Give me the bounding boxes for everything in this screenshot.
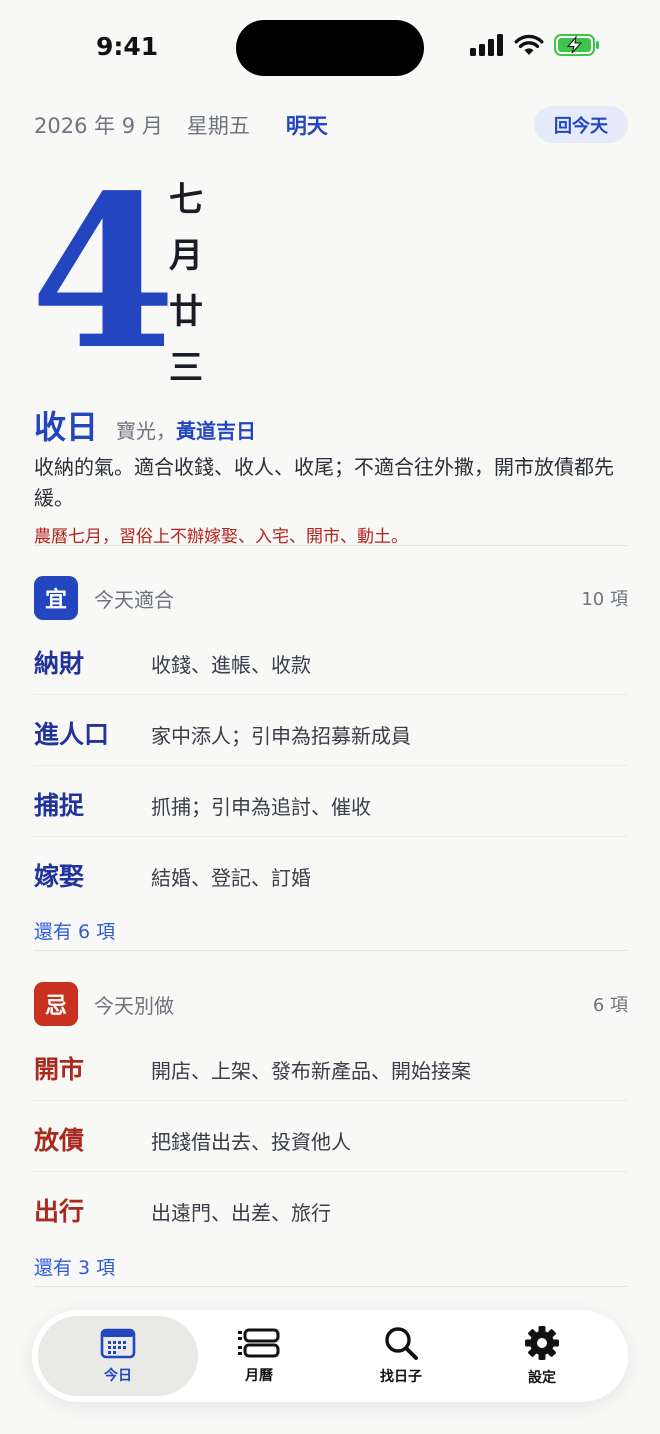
avoid-section-title: 今天別做: [94, 993, 174, 1018]
suitable-item[interactable]: 進人口 家中添人；引申為招募新成員: [34, 695, 628, 766]
suitable-count: 10 項: [581, 589, 628, 610]
lunar-char: 月: [169, 236, 203, 276]
avoid-section-header: 忌 今天別做 6 項: [34, 982, 628, 1026]
suitable-item[interactable]: 捕捉 抓捕；引申為追討、催收: [34, 766, 628, 837]
suitable-more-link[interactable]: 還有 6 項: [34, 917, 115, 944]
item-description: 家中添人；引申為招募新成員: [151, 724, 411, 748]
item-description: 開店、上架、發布新產品、開始接案: [151, 1059, 471, 1083]
battery-charging-icon: [554, 34, 599, 56]
avoid-item[interactable]: 出行 出遠門、出差、旅行: [34, 1172, 628, 1243]
item-name: 開市: [34, 1055, 85, 1084]
item-name: 嫁娶: [34, 862, 85, 891]
avoid-item[interactable]: 放債 把錢借出去、投資他人: [34, 1101, 628, 1172]
day-officer-row: 收日 寶光 ， 黃道吉日: [34, 402, 256, 448]
lunar-char: 三: [169, 348, 203, 388]
tab-bar: 今日 月曆 找日子 設定: [32, 1310, 628, 1402]
tab-label: 今日: [104, 1368, 132, 1384]
suitable-section-title: 今天適合: [94, 587, 174, 612]
day-star-label: 寶光: [116, 419, 157, 443]
status-icons: [470, 34, 600, 56]
avoid-more-link[interactable]: 還有 3 項: [34, 1253, 115, 1280]
cellular-signal-icon: [470, 34, 503, 56]
month-label: 2026 年 9 月: [34, 114, 163, 138]
day-officer-name: 收日: [34, 408, 99, 446]
divider: [34, 950, 628, 951]
dynamic-island: [236, 20, 424, 76]
month-calendar-icon: [238, 1328, 280, 1358]
calendar-today-icon: [100, 1328, 136, 1359]
tab-find-day[interactable]: 找日子: [321, 1316, 481, 1396]
tab-label: 月曆: [245, 1368, 273, 1384]
tab-label: 找日子: [380, 1369, 422, 1385]
divider: [34, 1286, 628, 1287]
day-number: 4: [30, 149, 176, 396]
item-description: 抓捕；引申為追討、催收: [151, 795, 371, 819]
item-description: 把錢借出去、投資他人: [151, 1130, 351, 1154]
tab-settings[interactable]: 設定: [462, 1316, 622, 1396]
item-description: 出遠門、出差、旅行: [151, 1201, 331, 1225]
back-to-today-button[interactable]: 回今天: [534, 106, 628, 143]
weekday-label: 星期五: [186, 114, 250, 138]
wifi-icon: [514, 34, 544, 55]
avoid-badge: 忌: [34, 982, 78, 1026]
item-name: 納財: [34, 649, 85, 678]
avoid-item[interactable]: 開市 開店、上架、發布新產品、開始接案: [34, 1030, 628, 1101]
comma-separator: ，: [156, 419, 177, 443]
item-description: 結婚、登記、訂婚: [151, 866, 311, 890]
day-officer-description: 收納的氣。適合收錢、收人、收尾；不適合往外撒，開市放債都先緩。: [34, 455, 614, 510]
tab-label: 設定: [528, 1370, 556, 1386]
suitable-section-header: 宜 今天適合 10 項: [34, 576, 628, 620]
lunar-char: 七: [169, 180, 203, 220]
lunar-month-warning: 農曆七月，習俗上不辦嫁娶、入宅、開市、動土。: [34, 527, 408, 547]
item-description: 收錢、進帳、收款: [151, 653, 311, 677]
status-bar: 9:41: [0, 0, 660, 96]
tab-month[interactable]: 月曆: [179, 1316, 339, 1396]
avoid-count: 6 項: [592, 995, 628, 1016]
lunar-char: 廿: [169, 292, 203, 332]
item-name: 出行: [34, 1197, 85, 1226]
lunar-date-column: 七 月 廿 三: [166, 172, 206, 396]
divider: [34, 545, 628, 546]
item-name: 捕捉: [34, 791, 85, 820]
gear-icon: [525, 1326, 559, 1360]
date-header: 2026 年 9 月 星期五 明天 回今天: [34, 106, 628, 144]
suitable-item[interactable]: 嫁娶 結婚、登記、訂婚: [34, 837, 628, 908]
suitable-badge: 宜: [34, 576, 78, 620]
item-name: 進人口: [34, 720, 110, 749]
auspicious-day-tag: 黃道吉日: [176, 419, 257, 443]
search-icon: [385, 1327, 418, 1360]
tab-today[interactable]: 今日: [38, 1316, 198, 1396]
item-name: 放債: [34, 1126, 85, 1155]
suitable-item[interactable]: 納財 收錢、進帳、收款: [34, 624, 628, 695]
relative-day-label: 明天: [285, 114, 328, 138]
status-time: 9:41: [96, 32, 159, 61]
